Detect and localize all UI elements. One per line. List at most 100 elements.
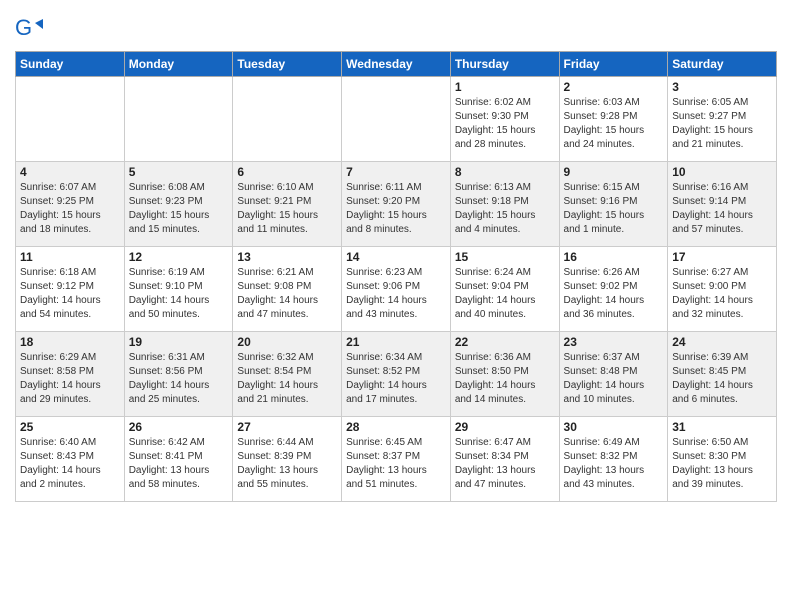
day-number: 27 — [237, 420, 337, 434]
calendar-table: SundayMondayTuesdayWednesdayThursdayFrid… — [15, 51, 777, 502]
day-number: 7 — [346, 165, 446, 179]
calendar-cell: 13 Sunrise: 6:21 AM Sunset: 9:08 PM Dayli… — [233, 247, 342, 332]
day-number: 16 — [564, 250, 664, 264]
calendar-cell: 25 Sunrise: 6:40 AM Sunset: 8:43 PM Dayli… — [16, 417, 125, 502]
calendar-cell: 3Sunrise: 6:05 AM Sunset: 9:27 PM Daylig… — [668, 77, 777, 162]
calendar-cell: 31 Sunrise: 6:50 AM Sunset: 8:30 PM Dayli… — [668, 417, 777, 502]
day-number: 26 — [129, 420, 229, 434]
calendar-cell — [124, 77, 233, 162]
day-number: 15 — [455, 250, 555, 264]
calendar-cell: 16 Sunrise: 6:26 AM Sunset: 9:02 PM Dayli… — [559, 247, 668, 332]
calendar-cell: 12 Sunrise: 6:19 AM Sunset: 9:10 PM Dayli… — [124, 247, 233, 332]
calendar-cell: 21 Sunrise: 6:34 AM Sunset: 8:52 PM Dayli… — [342, 332, 451, 417]
logo-icon: G — [15, 15, 43, 43]
calendar-cell: 22 Sunrise: 6:36 AM Sunset: 8:50 PM Dayli… — [450, 332, 559, 417]
calendar-week-row: 11 Sunrise: 6:18 AM Sunset: 9:12 PM Dayli… — [16, 247, 777, 332]
day-info: Sunrise: 6:49 AM Sunset: 8:32 PM Dayligh… — [564, 436, 664, 492]
calendar-cell: 14 Sunrise: 6:23 AM Sunset: 9:06 PM Dayli… — [342, 247, 451, 332]
calendar-cell: 6 Sunrise: 6:10 AM Sunset: 9:21 PM Daylig… — [233, 162, 342, 247]
calendar-cell — [342, 77, 451, 162]
calendar-week-row: 4Sunrise: 6:07 AM Sunset: 9:25 PM Daylig… — [16, 162, 777, 247]
day-number: 13 — [237, 250, 337, 264]
day-number: 14 — [346, 250, 446, 264]
calendar-cell: 19 Sunrise: 6:31 AM Sunset: 8:56 PM Dayli… — [124, 332, 233, 417]
day-number: 3 — [672, 80, 772, 94]
day-info: Sunrise: 6:02 AM Sunset: 9:30 PM Dayligh… — [455, 96, 555, 152]
calendar-cell: 8Sunrise: 6:13 AM Sunset: 9:18 PM Daylig… — [450, 162, 559, 247]
day-number: 25 — [20, 420, 120, 434]
day-info: Sunrise: 6:42 AM Sunset: 8:41 PM Dayligh… — [129, 436, 229, 492]
col-header-thursday: Thursday — [450, 52, 559, 77]
day-number: 10 — [672, 165, 772, 179]
calendar-cell: 29 Sunrise: 6:47 AM Sunset: 8:34 PM Dayli… — [450, 417, 559, 502]
day-info: Sunrise: 6:47 AM Sunset: 8:34 PM Dayligh… — [455, 436, 555, 492]
col-header-tuesday: Tuesday — [233, 52, 342, 77]
day-info: Sunrise: 6:08 AM Sunset: 9:23 PM Dayligh… — [129, 181, 229, 237]
calendar-cell: 15 Sunrise: 6:24 AM Sunset: 9:04 PM Dayli… — [450, 247, 559, 332]
calendar-week-row: 18 Sunrise: 6:29 AM Sunset: 8:58 PM Dayli… — [16, 332, 777, 417]
day-info: Sunrise: 6:31 AM Sunset: 8:56 PM Dayligh… — [129, 351, 229, 407]
day-number: 6 — [237, 165, 337, 179]
calendar-cell: 23 Sunrise: 6:37 AM Sunset: 8:48 PM Dayli… — [559, 332, 668, 417]
day-info: Sunrise: 6:19 AM Sunset: 9:10 PM Dayligh… — [129, 266, 229, 322]
day-number: 30 — [564, 420, 664, 434]
day-number: 29 — [455, 420, 555, 434]
calendar-cell: 9Sunrise: 6:15 AM Sunset: 9:16 PM Daylig… — [559, 162, 668, 247]
svg-text:G: G — [15, 15, 32, 40]
day-number: 21 — [346, 335, 446, 349]
day-info: Sunrise: 6:32 AM Sunset: 8:54 PM Dayligh… — [237, 351, 337, 407]
calendar-cell: 11 Sunrise: 6:18 AM Sunset: 9:12 PM Dayli… — [16, 247, 125, 332]
calendar-header-row: SundayMondayTuesdayWednesdayThursdayFrid… — [16, 52, 777, 77]
calendar-cell: 10 Sunrise: 6:16 AM Sunset: 9:14 PM Dayli… — [668, 162, 777, 247]
day-info: Sunrise: 6:26 AM Sunset: 9:02 PM Dayligh… — [564, 266, 664, 322]
day-info: Sunrise: 6:34 AM Sunset: 8:52 PM Dayligh… — [346, 351, 446, 407]
day-number: 19 — [129, 335, 229, 349]
day-number: 11 — [20, 250, 120, 264]
col-header-saturday: Saturday — [668, 52, 777, 77]
day-number: 12 — [129, 250, 229, 264]
day-number: 23 — [564, 335, 664, 349]
calendar-cell: 24 Sunrise: 6:39 AM Sunset: 8:45 PM Dayli… — [668, 332, 777, 417]
day-info: Sunrise: 6:45 AM Sunset: 8:37 PM Dayligh… — [346, 436, 446, 492]
day-number: 18 — [20, 335, 120, 349]
calendar-cell: 27Sunrise: 6:44 AM Sunset: 8:39 PM Dayli… — [233, 417, 342, 502]
day-info: Sunrise: 6:21 AM Sunset: 9:08 PM Dayligh… — [237, 266, 337, 322]
day-info: Sunrise: 6:18 AM Sunset: 9:12 PM Dayligh… — [20, 266, 120, 322]
day-info: Sunrise: 6:29 AM Sunset: 8:58 PM Dayligh… — [20, 351, 120, 407]
day-info: Sunrise: 6:39 AM Sunset: 8:45 PM Dayligh… — [672, 351, 772, 407]
calendar-week-row: 25 Sunrise: 6:40 AM Sunset: 8:43 PM Dayli… — [16, 417, 777, 502]
day-info: Sunrise: 6:37 AM Sunset: 8:48 PM Dayligh… — [564, 351, 664, 407]
day-info: Sunrise: 6:40 AM Sunset: 8:43 PM Dayligh… — [20, 436, 120, 492]
day-info: Sunrise: 6:10 AM Sunset: 9:21 PM Dayligh… — [237, 181, 337, 237]
day-info: Sunrise: 6:23 AM Sunset: 9:06 PM Dayligh… — [346, 266, 446, 322]
calendar-cell: 5 Sunrise: 6:08 AM Sunset: 9:23 PM Daylig… — [124, 162, 233, 247]
col-header-friday: Friday — [559, 52, 668, 77]
calendar-cell: 26 Sunrise: 6:42 AM Sunset: 8:41 PM Dayli… — [124, 417, 233, 502]
calendar-week-row: 1Sunrise: 6:02 AM Sunset: 9:30 PM Daylig… — [16, 77, 777, 162]
day-info: Sunrise: 6:36 AM Sunset: 8:50 PM Dayligh… — [455, 351, 555, 407]
col-header-sunday: Sunday — [16, 52, 125, 77]
day-number: 31 — [672, 420, 772, 434]
day-number: 4 — [20, 165, 120, 179]
day-info: Sunrise: 6:50 AM Sunset: 8:30 PM Dayligh… — [672, 436, 772, 492]
day-number: 20 — [237, 335, 337, 349]
day-number: 24 — [672, 335, 772, 349]
day-info: Sunrise: 6:16 AM Sunset: 9:14 PM Dayligh… — [672, 181, 772, 237]
day-number: 5 — [129, 165, 229, 179]
calendar-cell: 30 Sunrise: 6:49 AM Sunset: 8:32 PM Dayli… — [559, 417, 668, 502]
day-number: 28 — [346, 420, 446, 434]
day-number: 8 — [455, 165, 555, 179]
calendar-cell: 28 Sunrise: 6:45 AM Sunset: 8:37 PM Dayli… — [342, 417, 451, 502]
day-info: Sunrise: 6:24 AM Sunset: 9:04 PM Dayligh… — [455, 266, 555, 322]
col-header-monday: Monday — [124, 52, 233, 77]
calendar-cell: 17Sunrise: 6:27 AM Sunset: 9:00 PM Dayli… — [668, 247, 777, 332]
calendar-cell: 20 Sunrise: 6:32 AM Sunset: 8:54 PM Dayli… — [233, 332, 342, 417]
day-info: Sunrise: 6:11 AM Sunset: 9:20 PM Dayligh… — [346, 181, 446, 237]
day-info: Sunrise: 6:27 AM Sunset: 9:00 PM Dayligh… — [672, 266, 772, 322]
day-number: 22 — [455, 335, 555, 349]
col-header-wednesday: Wednesday — [342, 52, 451, 77]
calendar-cell — [16, 77, 125, 162]
calendar-cell — [233, 77, 342, 162]
calendar-cell: 4Sunrise: 6:07 AM Sunset: 9:25 PM Daylig… — [16, 162, 125, 247]
day-number: 2 — [564, 80, 664, 94]
